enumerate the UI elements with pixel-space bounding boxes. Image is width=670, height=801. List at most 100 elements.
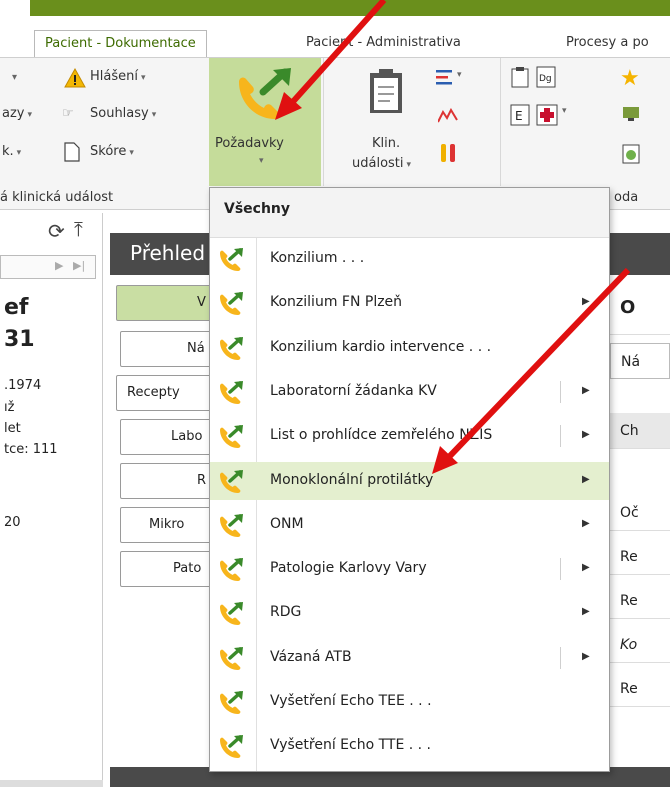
handshake-icon: ☞ [62, 106, 74, 121]
menu-item[interactable]: Vyšetření Echo TTE . . . [210, 727, 609, 765]
e-document-icon[interactable]: E [510, 104, 530, 130]
overview-button-v[interactable]: V [116, 285, 212, 321]
test-tubes-icon[interactable] [440, 142, 458, 168]
patient-birthdate: .1974 [4, 378, 42, 393]
menu-item[interactable]: Konzilium kardio intervence . . . [210, 329, 609, 367]
tab-pacient-dokumentace[interactable]: Pacient - Dokumentace [34, 30, 207, 58]
menu-item-label: Vyšetření Echo TEE . . . [270, 693, 432, 709]
pozadavky-label: Požadavky [215, 136, 284, 151]
menu-item-label: Konzilium kardio intervence . . . [270, 338, 492, 355]
patient-age: let [4, 421, 21, 436]
patient-sex: ıž [4, 400, 15, 415]
submenu-arrow-icon[interactable]: ▶ [582, 518, 590, 529]
overview-button-mikro[interactable]: Mikro [120, 507, 212, 543]
last-icon[interactable]: ▶| [73, 259, 85, 272]
menu-item[interactable]: Laboratorní žádanka KV ▶ [210, 373, 609, 411]
list-icon[interactable] [436, 68, 456, 90]
phone-request-icon [218, 469, 244, 493]
clipboard-small-icon[interactable] [510, 66, 530, 92]
right-header: O [610, 281, 670, 335]
phone-request-icon [218, 646, 244, 670]
menu-item-label: Vyšetření Echo TTE . . . [270, 737, 431, 754]
phone-request-icon [218, 601, 244, 626]
overview-button-r[interactable]: R [120, 463, 212, 499]
menu-item-label: Vázaná ATB [270, 648, 352, 665]
menu-item[interactable]: Vázaná ATB ▶ [210, 639, 609, 677]
overview-button-labo[interactable]: Labo [120, 419, 212, 455]
menu-item[interactable]: Vyšetření Echo TEE . . . [210, 683, 609, 721]
right-cell[interactable]: Ch [610, 413, 670, 449]
menu-item[interactable]: Konzilium FN Plzeň ▶ [210, 284, 609, 322]
group-label: á klinická událost [0, 190, 114, 205]
patient-info: 20 [4, 515, 21, 530]
monitor-icon[interactable] [622, 106, 640, 126]
menu-item[interactable]: Monoklonální protilátky ▶ [210, 461, 609, 500]
phone-request-icon [218, 513, 244, 537]
menu-item[interactable]: List o prohlídce zemřelého NZIS ▶ [210, 417, 609, 455]
menu-item[interactable]: RDG ▶ [210, 594, 609, 632]
submenu-arrow-icon[interactable]: ▶ [582, 606, 590, 617]
phone-request-icon [233, 68, 295, 120]
hlaseni-button[interactable]: Hlášení ▾ [90, 69, 146, 84]
zazy-button[interactable]: azy ▾ [2, 106, 32, 121]
menu-item-label: Laboratorní žádanka KV [270, 382, 437, 399]
submenu-arrow-icon[interactable]: ▶ [582, 296, 590, 307]
submenu-arrow-icon[interactable]: ▶ [582, 562, 590, 573]
overview-title: Přehled [130, 241, 206, 265]
overview-button-pato[interactable]: Pato [120, 551, 212, 587]
scrollbar[interactable] [0, 780, 103, 787]
klin-udalosti-button[interactable]: události ▾ [352, 156, 411, 171]
right-cell[interactable]: Ko [610, 627, 670, 663]
right-cell[interactable]: Ná [610, 343, 670, 379]
phone-request-icon [218, 424, 244, 449]
menu-item-label: Patologie Karlovy Vary [270, 560, 427, 577]
medical-cross-icon[interactable] [536, 104, 558, 130]
patient-pager: ▶ ▶| [0, 255, 96, 279]
skore-button[interactable]: Skóre ▾ [90, 144, 134, 159]
souhlasy-button[interactable]: Souhlasy ▾ [90, 106, 156, 121]
menu-item[interactable]: Patologie Karlovy Vary ▶ [210, 550, 609, 588]
submenu-arrow-icon[interactable]: ▶ [582, 651, 590, 662]
tab-procesy[interactable]: Procesy a po [556, 30, 659, 58]
tab-pacient-administrativa[interactable]: Pacient - Administrativa [296, 30, 471, 58]
phone-request-icon [218, 557, 244, 582]
split-divider [560, 425, 561, 448]
dg-icon[interactable]: Dg [536, 66, 556, 92]
menu-header: Všechny [210, 188, 609, 238]
right-cell[interactable]: Re [610, 671, 670, 707]
menu-title: Všechny [224, 201, 291, 217]
chevron-down-icon[interactable]: ▾ [562, 106, 567, 116]
menu-item-label: Konzilium FN Plzeň [270, 294, 403, 311]
menu-item-label: Konzilium . . . [270, 250, 365, 266]
right-cell[interactable]: Re [610, 583, 670, 619]
group-label: oda [614, 190, 639, 205]
right-cell[interactable]: Re [610, 539, 670, 575]
submenu-arrow-icon[interactable]: ▶ [582, 385, 590, 396]
refresh-icon[interactable]: ⟳ [48, 219, 65, 243]
ribbon-tabs: Pacient - Dokumentace Pacient - Administ… [0, 18, 670, 58]
submenu-arrow-icon[interactable]: ▶ [582, 429, 590, 440]
overview-button-na[interactable]: Ná [120, 331, 212, 367]
phone-request-icon [218, 734, 244, 759]
overview-button-recepty[interactable]: Recepty [116, 375, 212, 411]
menu-item[interactable]: Konzilium . . . [210, 240, 609, 278]
phone-request-icon [218, 690, 244, 714]
star-icon[interactable]: ★ [620, 66, 640, 91]
menu-item[interactable]: ONM ▶ [210, 506, 609, 544]
next-icon[interactable]: ▶ [55, 259, 63, 272]
pin-top-icon[interactable]: ⤒ [74, 217, 83, 241]
pozadavky-menu: Všechny Konzilium . . . Konzilium FN Plze… [209, 187, 610, 772]
chevron-down-icon: ▾ [259, 156, 264, 166]
smiley-icon[interactable] [622, 144, 640, 168]
klin-label: Klin. [372, 136, 401, 151]
chevron-down-icon[interactable]: ▾ [12, 72, 17, 83]
submenu-arrow-icon[interactable]: ▶ [582, 474, 590, 485]
k-button[interactable]: k. ▾ [2, 144, 21, 159]
patient-insurance: tce: 111 [4, 442, 58, 457]
graph-icon[interactable] [437, 107, 458, 128]
overview-right-column: O Ná Ch Oč Re Re Ko Re [610, 281, 670, 801]
phone-request-icon [218, 336, 244, 360]
chevron-down-icon[interactable]: ▾ [457, 70, 462, 80]
pozadavky-button[interactable]: Požadavky ▾ [209, 58, 321, 186]
right-cell[interactable]: Oč [610, 495, 670, 531]
